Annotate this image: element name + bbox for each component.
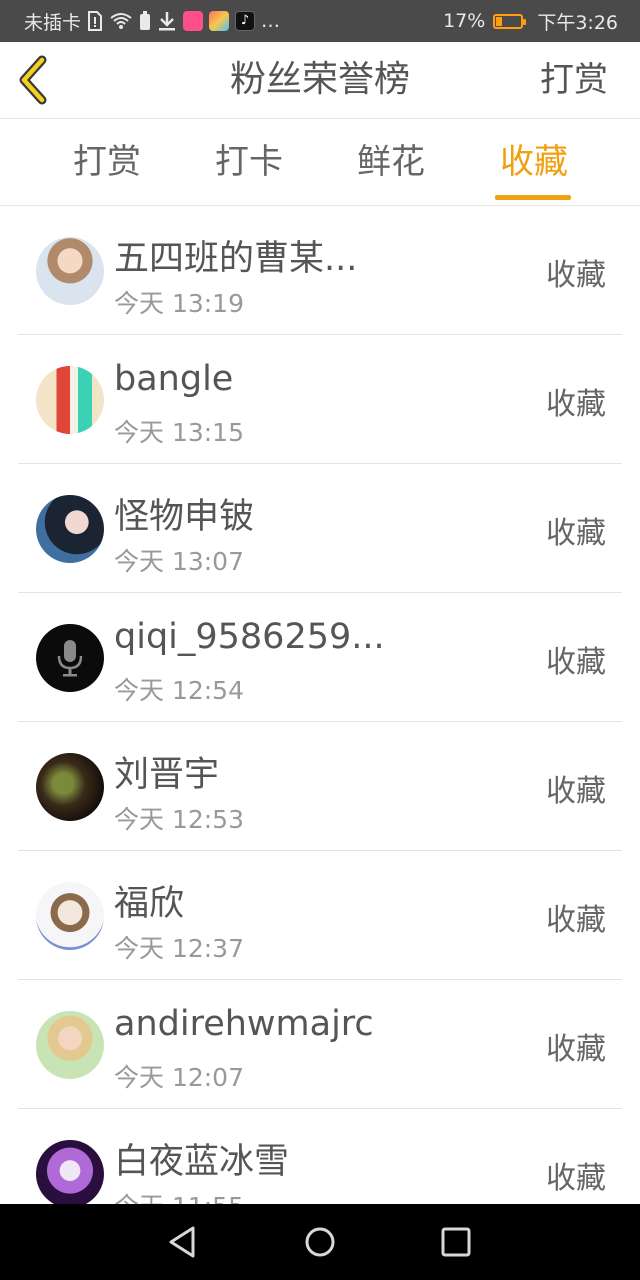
item-type: 收藏 <box>546 258 606 293</box>
avatar[interactable] <box>36 366 104 434</box>
user-name: 福欣 <box>114 884 185 924</box>
list-item[interactable]: bangle 今天 13:15 收藏 <box>18 335 622 464</box>
app-notification-colorful-icon <box>209 11 230 31</box>
avatar[interactable] <box>36 1140 104 1208</box>
list-item[interactable]: 怪物申铍 今天 13:07 收藏 <box>18 464 622 593</box>
user-name: 怪物申铍 <box>114 497 255 537</box>
item-time: 今天 13:19 <box>114 289 244 318</box>
user-name: qiqi_9586259... <box>114 617 385 657</box>
list-item[interactable]: 刘晋宇 今天 12:53 收藏 <box>18 722 622 851</box>
microphone-icon <box>57 640 83 677</box>
active-tab-indicator <box>495 195 571 200</box>
back-nav-icon[interactable] <box>163 1224 203 1260</box>
tab-flowers[interactable]: 鲜花 <box>320 119 462 205</box>
battery-icon <box>493 13 527 29</box>
reward-button[interactable]: 打赏 <box>540 42 608 118</box>
tab-label: 收藏 <box>500 142 568 182</box>
tab-bar: 打赏 打卡 鲜花 收藏 <box>0 119 640 206</box>
carrier-text: 未插卡 <box>24 11 82 34</box>
avatar[interactable] <box>36 495 104 563</box>
clock: 下午3:26 <box>537 11 618 34</box>
recents-nav-icon[interactable] <box>435 1224 475 1260</box>
avatar[interactable] <box>36 753 104 821</box>
battery-percent: 17% <box>443 10 486 32</box>
user-name: andirehwmajrc <box>114 1004 374 1044</box>
user-name: bangle <box>114 359 234 399</box>
status-bar: 未插卡 ♪ … 17% 下午3:26 <box>0 0 640 42</box>
user-name: 白夜蓝冰雪 <box>114 1142 290 1182</box>
item-type: 收藏 <box>546 516 606 551</box>
item-type: 收藏 <box>546 903 606 938</box>
user-name: 五四班的曹某... <box>114 239 358 279</box>
avatar[interactable] <box>36 624 104 692</box>
tab-favorites[interactable]: 收藏 <box>463 119 605 205</box>
sim-alert-icon <box>88 11 103 31</box>
app-header: 粉丝荣誉榜 打赏 <box>0 42 640 119</box>
avatar[interactable] <box>36 237 104 305</box>
item-type: 收藏 <box>546 645 606 680</box>
list-item[interactable]: 福欣 今天 12:37 收藏 <box>18 851 622 980</box>
item-type: 收藏 <box>546 774 606 809</box>
item-time: 今天 12:54 <box>114 676 244 705</box>
item-type: 收藏 <box>546 387 606 422</box>
tiktok-icon: ♪ <box>235 11 256 31</box>
item-time: 今天 13:07 <box>114 547 244 576</box>
item-type: 收藏 <box>546 1032 606 1067</box>
list-item[interactable]: andirehwmajrc 今天 12:07 收藏 <box>18 980 622 1109</box>
list-item[interactable]: qiqi_9586259... 今天 12:54 收藏 <box>18 593 622 722</box>
item-time: 今天 12:53 <box>114 805 244 834</box>
battery-saver-icon <box>140 11 151 30</box>
tab-checkin[interactable]: 打卡 <box>178 119 320 205</box>
avatar[interactable] <box>36 1011 104 1079</box>
fan-list: 五四班的曹某... 今天 13:19 收藏 bangle 今天 13:15 收藏… <box>0 206 640 1238</box>
tab-label: 打赏 <box>73 142 141 182</box>
download-icon <box>159 12 176 31</box>
home-nav-icon[interactable] <box>300 1224 340 1260</box>
system-nav-bar <box>0 1204 640 1280</box>
wifi-icon <box>110 13 132 29</box>
user-name: 刘晋宇 <box>114 755 220 795</box>
item-time: 今天 12:07 <box>114 1063 244 1092</box>
status-bar-right: 17% 下午3:26 <box>443 0 618 42</box>
list-item[interactable]: 五四班的曹某... 今天 13:19 收藏 <box>18 206 622 335</box>
avatar[interactable] <box>36 882 104 950</box>
item-time: 今天 13:15 <box>114 418 244 447</box>
tab-label: 打卡 <box>215 142 283 182</box>
more-notifications-text: … <box>261 10 281 32</box>
item-time: 今天 12:37 <box>114 934 244 963</box>
tab-reward[interactable]: 打赏 <box>36 119 178 205</box>
tab-label: 鲜花 <box>357 142 425 182</box>
item-type: 收藏 <box>546 1161 606 1196</box>
app-notification-pink-icon <box>183 11 204 31</box>
status-bar-left: 未插卡 ♪ … <box>24 0 280 42</box>
